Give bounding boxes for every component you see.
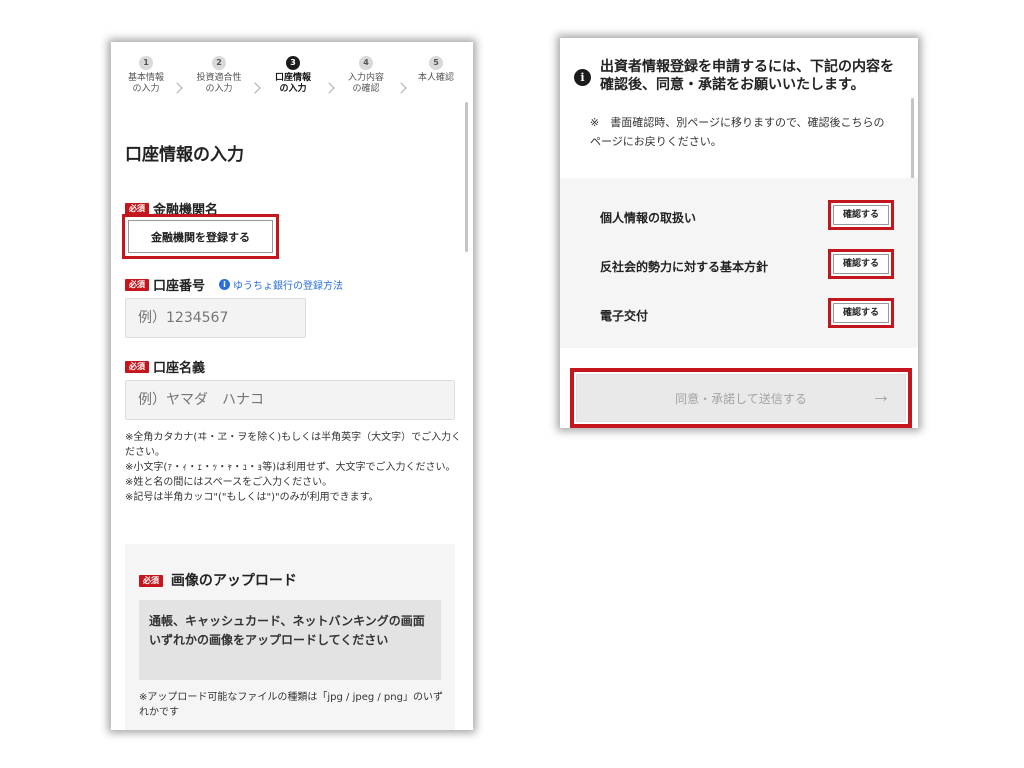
progress-stepper: 1 基本情報 の入力 2 投資適合性 の入力 3 口座情報 の入力 4 入力内容… [111, 56, 473, 112]
step-number: 1 [139, 56, 153, 70]
document-row: 個人情報の取扱い 確認する [560, 200, 918, 230]
step-number: 3 [286, 56, 300, 70]
notice-heading: 出資者情報登録を申請するには、下記の内容を確認後、同意・承諾をお願いいたします。 [600, 59, 894, 93]
confirm-button-label: 確認する [833, 254, 889, 274]
confirm-antisocial-policy-button[interactable]: 確認する [828, 249, 894, 279]
upload-title-text: 画像のアップロード [170, 573, 297, 589]
required-badge: 必須 [125, 278, 149, 291]
required-badge: 必須 [125, 360, 149, 373]
input-notes: ※全角カタカナ(ヰ・ヱ・ヲを除く)もしくは半角英字（大文字）でご入力ください。 … [125, 430, 463, 505]
note-text: ※姓と名の間にはスペースをご入力ください。 [125, 477, 333, 488]
note-text: ※記号は半角カッコ"("もしくは")"のみが利用できます。 [125, 492, 379, 503]
info-icon: i [219, 279, 231, 290]
image-upload-section: 必須 画像のアップロード 通帳、キャッシュカード、ネットバンキングの画面いずれか… [125, 544, 455, 730]
upload-title: 必須 画像のアップロード [139, 570, 297, 590]
page-title: 口座情報の入力 [125, 145, 244, 165]
step-label: 基本情報 の入力 [127, 73, 164, 94]
notice-subtext: ※ 書面確認時、別ページに移りますので、確認後こちらのページにお戻りください。 [590, 116, 885, 148]
confirm-button-label: 確認する [833, 205, 889, 225]
agree-and-submit-button[interactable]: 同意・承諾して送信する → [576, 374, 906, 422]
document-row: 反社会的勢力に対する基本方針 確認する [560, 249, 918, 279]
account-name-input[interactable] [125, 380, 455, 420]
confirm-privacy-button[interactable]: 確認する [828, 200, 894, 230]
step-2: 2 投資適合性 の入力 [189, 56, 249, 95]
register-bank-button[interactable]: 金融機関を登録する [128, 220, 273, 253]
step-label: 入力内容 の確認 [347, 73, 384, 94]
required-badge: 必須 [125, 202, 149, 215]
upload-description: 通帳、キャッシュカード、ネットバンキングの画面いずれかの画像をアップロードしてく… [139, 600, 441, 680]
step-3: 3 口座情報 の入力 [263, 56, 323, 95]
required-badge: 必須 [139, 575, 163, 587]
note-text: ※全角カタカナ(ヰ・ヱ・ヲを除く)もしくは半角英字（大文字）でご入力ください。 [125, 432, 462, 458]
step-number: 5 [429, 56, 443, 70]
documents-list: 個人情報の取扱い 確認する 反社会的勢力に対する基本方針 確認する 電子交付 確… [560, 178, 918, 348]
account-number-label: 口座番号 [153, 279, 206, 294]
document-label: 個人情報の取扱い [600, 211, 697, 225]
account-name-field-header: 必須 口座名義 [125, 356, 205, 376]
step-number: 4 [359, 56, 373, 70]
chevron-right-icon [395, 82, 407, 94]
consent-screen: i 出資者情報登録を申請するには、下記の内容を確認後、同意・承諾をお願いいたしま… [560, 38, 918, 428]
account-number-input[interactable] [125, 298, 306, 338]
chevron-right-icon [249, 82, 261, 94]
step-5: 5 本人確認 [406, 56, 466, 84]
account-number-field-header: 必須 口座番号 i ゆうちょ銀行の登録方法 [125, 274, 343, 294]
document-label: 電子交付 [600, 309, 649, 323]
scrollbar-thumb[interactable] [465, 102, 468, 252]
step-label: 口座情報 の入力 [274, 73, 311, 94]
chevron-right-icon [323, 82, 335, 94]
arrow-right-icon: → [871, 385, 891, 407]
account-info-screen: 1 基本情報 の入力 2 投資適合性 の入力 3 口座情報 の入力 4 入力内容… [111, 42, 473, 730]
document-label: 反社会的勢力に対する基本方針 [600, 260, 769, 274]
document-row: 電子交付 確認する [560, 298, 918, 328]
submit-button-label: 同意・承諾して送信する [675, 392, 807, 406]
upload-file-type-note: ※アップロード可能なファイルの種類は「jpg / jpeg / png」のいずれ… [139, 692, 443, 718]
confirm-button-label: 確認する [833, 303, 889, 323]
step-label: 本人確認 [417, 73, 454, 83]
info-icon: i [574, 69, 591, 86]
step-1: 1 基本情報 の入力 [116, 56, 176, 95]
step-4: 4 入力内容 の確認 [336, 56, 396, 95]
account-name-label: 口座名義 [153, 361, 206, 376]
step-label: 投資適合性 の入力 [196, 73, 242, 94]
step-number: 2 [212, 56, 226, 70]
note-text: ※小文字(ｧ・ｨ・ｪ・ｯ・ｬ・ｭ・ｮ等)は利用せず、大文字でご入力ください。 [125, 462, 456, 473]
yucho-registration-link[interactable]: ゆうちょ銀行の登録方法 [233, 281, 343, 292]
confirm-electronic-delivery-button[interactable]: 確認する [828, 298, 894, 328]
